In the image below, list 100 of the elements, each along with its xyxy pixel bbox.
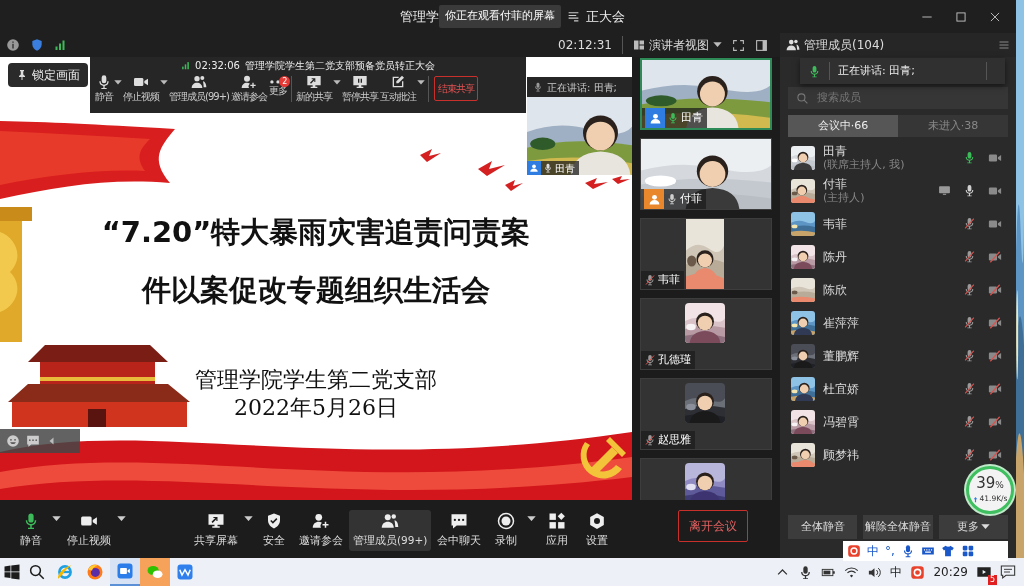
- shield-icon[interactable]: [30, 38, 44, 52]
- video-tile[interactable]: 赵思雅: [640, 378, 772, 450]
- settings-button[interactable]: 设置: [578, 510, 617, 551]
- panel-button[interactable]: 全体静音: [788, 515, 857, 539]
- video-tile[interactable]: 孔德瑾: [640, 298, 772, 370]
- dropdown-caret[interactable]: [416, 80, 425, 85]
- member-name: 韦菲: [823, 216, 848, 231]
- chat-icon[interactable]: [26, 434, 40, 448]
- taskbar-app[interactable]: [110, 558, 140, 586]
- media-player-icon[interactable]: [976, 564, 992, 580]
- muted-mic-icon[interactable]: [963, 382, 976, 395]
- screen-share-icon: [207, 512, 225, 530]
- member-name: 崔萍萍: [823, 315, 860, 330]
- participant-name: 田青: [555, 161, 575, 176]
- muted-mic-icon[interactable]: [963, 250, 976, 263]
- pause-share-button[interactable]: 暂停共享: [340, 74, 379, 103]
- invite-button[interactable]: 邀请参会: [229, 74, 268, 103]
- input-mode[interactable]: 中: [867, 542, 879, 560]
- muted-mic-icon[interactable]: [963, 316, 976, 329]
- emoji-icon[interactable]: [6, 434, 20, 448]
- stop-sharing-button[interactable]: 结束共享: [433, 76, 478, 101]
- mute-button[interactable]: 静音: [94, 74, 114, 103]
- settings-icon: [588, 512, 607, 530]
- share-screen-button[interactable]: 新的共享: [294, 74, 333, 103]
- chat-button[interactable]: 会中聊天: [433, 510, 486, 551]
- security-button[interactable]: 安全: [255, 510, 293, 551]
- leave-meeting-button[interactable]: 离开会议: [678, 510, 748, 542]
- video-tile[interactable]: [640, 458, 772, 500]
- muted-mic-icon[interactable]: [963, 415, 976, 428]
- record-button[interactable]: 录制: [487, 510, 526, 551]
- muted-mic-icon[interactable]: [963, 217, 976, 230]
- lock-view-button[interactable]: 锁定画面: [8, 63, 88, 87]
- dropdown-caret[interactable]: [244, 516, 253, 522]
- input-method-logo-icon[interactable]: [847, 544, 861, 558]
- stop-video-button[interactable]: 停止视频: [122, 74, 160, 103]
- caret-icon: [713, 42, 722, 48]
- start-icon: [3, 563, 21, 581]
- dropdown-caret[interactable]: [160, 80, 168, 85]
- camera-off-icon[interactable]: [988, 348, 1002, 363]
- dropdown-caret[interactable]: [117, 516, 126, 522]
- dropdown-caret[interactable]: [114, 80, 122, 85]
- notifications-icon[interactable]: [1000, 564, 1016, 580]
- participant-name: 田青: [681, 109, 703, 126]
- camera-off-icon[interactable]: [988, 249, 1002, 264]
- video-tile[interactable]: 韦菲: [640, 218, 772, 290]
- member-name: 董鹏辉: [823, 348, 860, 363]
- members-button[interactable]: 管理成员(99+): [349, 510, 432, 551]
- microphone-icon[interactable]: [963, 184, 976, 197]
- notification-badge: 5: [987, 575, 997, 585]
- participant-name: 赵思雅: [658, 431, 691, 448]
- fullscreen-icon[interactable]: [732, 38, 745, 52]
- camera-off-icon[interactable]: [988, 447, 1002, 462]
- stop-video-button[interactable]: 停止视频: [63, 510, 115, 551]
- invite-button[interactable]: 邀请参会: [295, 510, 347, 551]
- input-mode[interactable]: 中: [890, 563, 903, 581]
- microphone-icon: [96, 74, 112, 90]
- members-button[interactable]: 管理成员(99+): [168, 74, 230, 103]
- dropdown-caret[interactable]: [52, 516, 61, 522]
- grid-icon[interactable]: [960, 544, 975, 558]
- apps-button[interactable]: 应用: [538, 510, 577, 551]
- slide-subtitle: 管理学院学生第二党支部: [194, 366, 438, 394]
- camera-off-icon[interactable]: [988, 381, 1002, 396]
- add-person-icon: [312, 512, 330, 530]
- sidebar-icon[interactable]: [755, 38, 768, 52]
- panel-button[interactable]: 更多: [939, 515, 1008, 539]
- list-icon[interactable]: [567, 10, 580, 23]
- signal-icon: [181, 61, 191, 70]
- microphone-icon: [808, 64, 821, 78]
- muted-mic-icon[interactable]: [963, 283, 976, 296]
- clock[interactable]: 20:29: [933, 563, 968, 581]
- camera-off-icon[interactable]: [988, 315, 1002, 330]
- muted-mic-icon[interactable]: [963, 349, 976, 362]
- camera-off-icon[interactable]: [988, 414, 1002, 429]
- maximize-icon[interactable]: [954, 9, 968, 24]
- pin-icon: [16, 69, 28, 81]
- dropdown-caret[interactable]: [332, 80, 341, 85]
- annotate-button[interactable]: 互动批注: [378, 74, 417, 103]
- meeting-timer: 02:12:31: [558, 37, 612, 54]
- tab[interactable]: 会议中·66: [788, 115, 898, 137]
- member-name: 冯碧霄: [823, 414, 860, 429]
- tab[interactable]: 未进入·38: [898, 115, 1008, 137]
- share-screen-button[interactable]: 共享屏幕: [190, 510, 242, 551]
- video-tile[interactable]: 田青: [640, 58, 772, 130]
- layout-icon: [633, 39, 645, 51]
- input-method-logo-icon[interactable]: [910, 564, 926, 580]
- info-icon[interactable]: [6, 38, 20, 52]
- shirt-icon[interactable]: [940, 544, 955, 558]
- people-icon: [190, 74, 207, 90]
- wifi-icon[interactable]: [844, 564, 860, 580]
- input-mode[interactable]: °,: [885, 542, 895, 560]
- view-mode-dropdown[interactable]: 演讲者视图: [633, 36, 722, 54]
- microphone-icon[interactable]: [963, 151, 976, 164]
- video-tile[interactable]: 付菲: [640, 138, 772, 210]
- mute-button[interactable]: 静音: [12, 510, 50, 551]
- dropdown-caret[interactable]: [527, 516, 537, 522]
- muted-mic-icon[interactable]: [963, 448, 976, 461]
- camera-off-icon[interactable]: [988, 282, 1002, 297]
- speaking-status: 正在讲话: 田青;: [838, 62, 915, 79]
- notification-badge: 2: [278, 76, 290, 88]
- panel-button[interactable]: 解除全体静音: [863, 515, 933, 539]
